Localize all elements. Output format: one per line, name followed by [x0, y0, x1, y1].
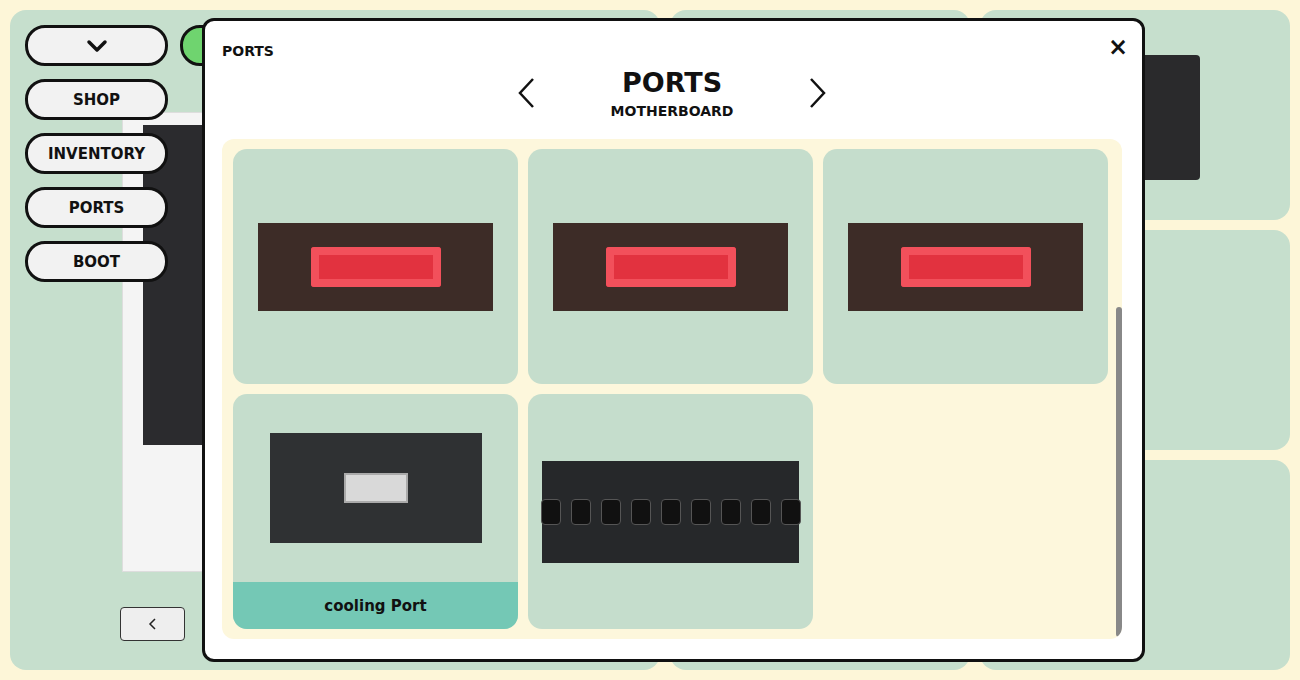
fan-port-photo — [270, 433, 482, 543]
photo-area — [233, 394, 518, 582]
ports-grid: cooling Port — [222, 139, 1122, 639]
port-card[interactable]: cooling Port — [233, 394, 518, 629]
photo-area — [528, 394, 813, 629]
pin — [601, 499, 621, 525]
subheading: MOTHERBOARD — [597, 102, 747, 120]
sata-port-photo — [848, 223, 1083, 311]
heading: PORTS — [597, 66, 747, 100]
close-button[interactable]: × — [1104, 33, 1132, 61]
photo-area — [823, 149, 1108, 384]
sidebar-item[interactable]: BOOT — [25, 241, 168, 282]
port-card[interactable] — [528, 149, 813, 384]
pin — [661, 499, 681, 525]
chevron-down-icon — [86, 39, 108, 53]
modal-bar: PORTS× — [222, 41, 1122, 61]
game-screen: SHOPINVENTORYPORTSBOOTPORTS×PORTSMOTHERB… — [0, 0, 1300, 680]
sidebar-item[interactable]: SHOP — [25, 79, 168, 120]
sidebar-item[interactable]: PORTS — [25, 187, 168, 228]
dropdown-button[interactable] — [25, 25, 168, 66]
sata-plug — [901, 247, 1031, 287]
scroll-thumb[interactable] — [1116, 307, 1122, 637]
heading-block: PORTS MOTHERBOARD — [597, 66, 747, 120]
port-card[interactable] — [233, 149, 518, 384]
pin — [721, 499, 741, 525]
pin — [691, 499, 711, 525]
pin — [751, 499, 771, 525]
prev-button[interactable] — [517, 76, 537, 110]
modal-title: PORTS — [222, 43, 274, 59]
sidebar-item[interactable]: INVENTORY — [25, 133, 168, 174]
port-label: cooling Port — [233, 582, 518, 629]
next-button[interactable] — [807, 76, 827, 110]
sata-port-photo — [553, 223, 788, 311]
back-button[interactable] — [120, 607, 185, 641]
pin — [781, 499, 801, 525]
pin — [631, 499, 651, 525]
sata-plug — [311, 247, 441, 287]
photo-area — [528, 149, 813, 384]
port-card[interactable] — [823, 149, 1108, 384]
panel-header-photo — [542, 461, 799, 563]
chevron-left-icon — [517, 76, 537, 110]
sata-plug — [606, 247, 736, 287]
chevron-right-icon — [807, 76, 827, 110]
chevron-left-icon — [147, 616, 159, 632]
photo-area — [233, 149, 518, 384]
sata-port-photo — [258, 223, 493, 311]
pin — [571, 499, 591, 525]
scrollbar[interactable] — [1116, 144, 1122, 637]
fan-plug — [344, 473, 408, 503]
port-card[interactable] — [528, 394, 813, 629]
modal-header: PORTS MOTHERBOARD — [222, 66, 1122, 120]
pin — [541, 499, 561, 525]
pin-row — [541, 499, 801, 525]
ports-modal: PORTS×PORTSMOTHERBOARDcooling Port — [202, 18, 1145, 662]
ports-list: cooling Port — [222, 139, 1122, 639]
